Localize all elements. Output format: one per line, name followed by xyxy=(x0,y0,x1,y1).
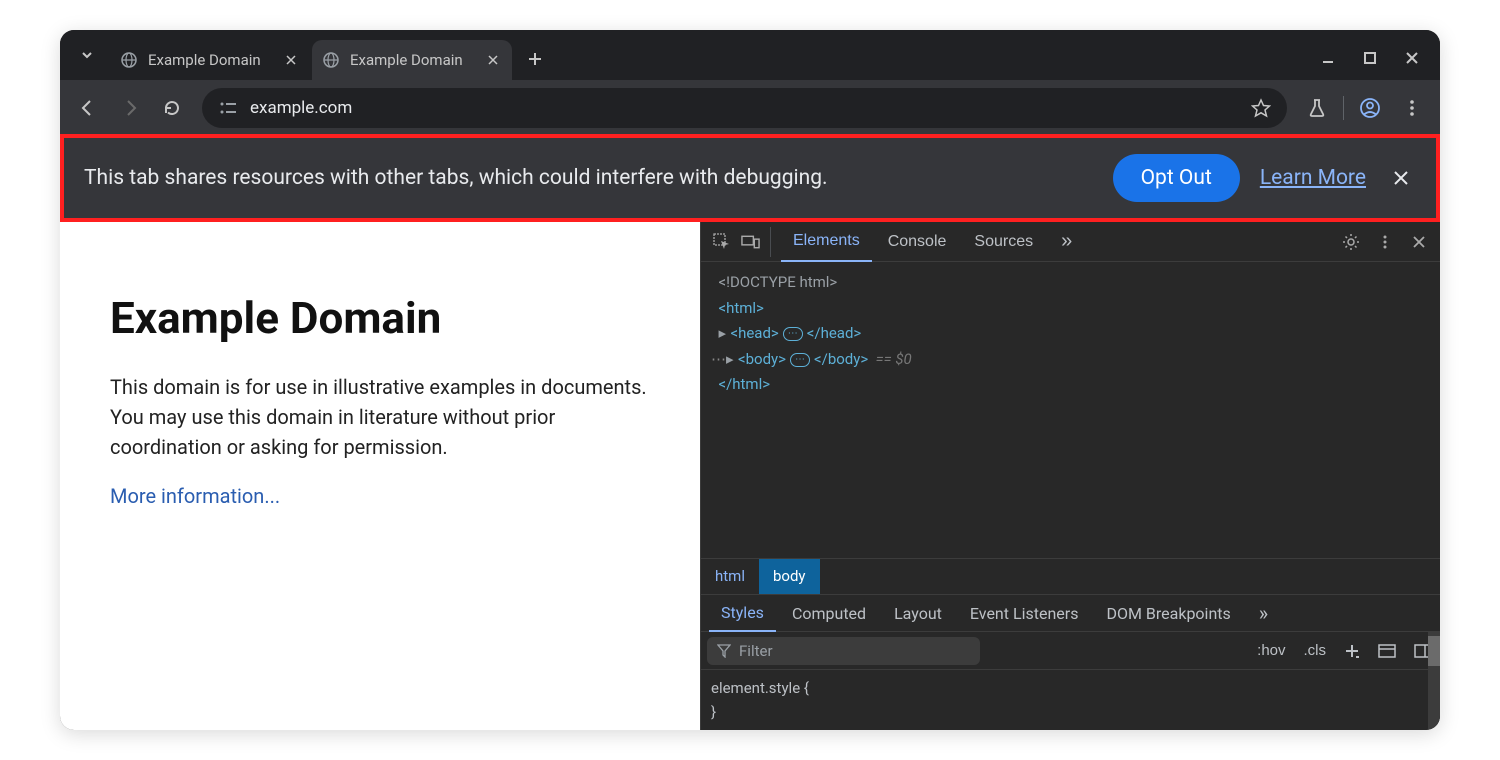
styles-tabstrip: Styles Computed Layout Event Listeners D… xyxy=(701,594,1440,632)
devtools-toolbar: Elements Console Sources » xyxy=(701,222,1440,262)
globe-icon xyxy=(322,51,340,69)
forward-button[interactable] xyxy=(112,90,148,126)
device-toggle-icon[interactable] xyxy=(741,227,771,257)
styles-tab-layout[interactable]: Layout xyxy=(882,596,954,631)
css-rules[interactable]: element.style { } xyxy=(701,670,1440,730)
inspect-icon[interactable] xyxy=(707,227,737,257)
page-paragraph: This domain is for use in illustrative e… xyxy=(110,372,650,462)
cls-toggle[interactable]: .cls xyxy=(1300,642,1331,659)
highlighted-infobar-region: This tab shares resources with other tab… xyxy=(60,134,1440,222)
filter-placeholder: Filter xyxy=(739,642,773,660)
dom-doctype[interactable]: <!DOCTYPE html> xyxy=(711,270,1430,296)
infobar-message: This tab shares resources with other tab… xyxy=(84,166,1093,190)
labs-icon[interactable] xyxy=(1299,90,1335,126)
opt-out-button[interactable]: Opt Out xyxy=(1113,154,1240,202)
dom-head[interactable]: ▸<head>⋯</head> xyxy=(711,321,1430,347)
globe-icon xyxy=(120,51,138,69)
breadcrumb: html body xyxy=(701,558,1440,594)
maximize-button[interactable] xyxy=(1358,46,1382,70)
hov-toggle[interactable]: :hov xyxy=(1253,642,1289,659)
scrollbar-thumb[interactable] xyxy=(1428,636,1440,666)
filter-icon xyxy=(717,644,731,658)
settings-gear-icon[interactable] xyxy=(1336,227,1366,257)
crumb-body[interactable]: body xyxy=(759,559,820,594)
styles-tab-computed[interactable]: Computed xyxy=(780,596,878,631)
new-tab-button[interactable] xyxy=(520,44,550,74)
dom-tree[interactable]: <!DOCTYPE html> <html> ▸<head>⋯</head> ⋯… xyxy=(701,262,1440,558)
search-tabs-button[interactable] xyxy=(72,40,102,70)
menu-button[interactable] xyxy=(1394,90,1430,126)
divider xyxy=(1343,96,1344,120)
window-controls xyxy=(1316,46,1424,70)
devtools-tabs-overflow[interactable]: » xyxy=(1049,222,1084,263)
scrollbar[interactable] xyxy=(1428,632,1440,730)
styles-tab-event-listeners[interactable]: Event Listeners xyxy=(958,596,1091,631)
css-line: } xyxy=(711,700,1430,724)
back-button[interactable] xyxy=(70,90,106,126)
devtools-tab-console[interactable]: Console xyxy=(876,223,959,261)
tab-close-button[interactable] xyxy=(282,51,300,69)
devtools-tab-sources[interactable]: Sources xyxy=(962,223,1045,261)
browser-window: Example Domain Example Domain xyxy=(60,30,1440,730)
devtools-close-icon[interactable] xyxy=(1404,227,1434,257)
debugging-infobar: This tab shares resources with other tab… xyxy=(64,138,1436,218)
learn-more-link[interactable]: Learn More xyxy=(1260,166,1366,190)
dom-html-close[interactable]: </html> xyxy=(711,372,1430,398)
dom-html-open[interactable]: <html> xyxy=(711,296,1430,322)
more-information-link[interactable]: More information... xyxy=(110,484,280,508)
omnibox-url: example.com xyxy=(250,98,1239,118)
tab-active[interactable]: Example Domain xyxy=(312,40,512,80)
tab-title: Example Domain xyxy=(350,51,474,69)
reload-button[interactable] xyxy=(154,90,190,126)
tab-inactive[interactable]: Example Domain xyxy=(110,40,310,80)
content-area: Example Domain This domain is for use in… xyxy=(60,222,1440,730)
page-heading: Example Domain xyxy=(110,292,650,344)
styles-filter-input[interactable]: Filter xyxy=(707,637,980,665)
styles-panel: Filter :hov .cls element.style { } xyxy=(701,632,1440,730)
dom-body-selected[interactable]: ⋯▸<body>⋯</body> == $0 xyxy=(711,347,1430,373)
page-content: Example Domain This domain is for use in… xyxy=(60,222,700,730)
devtools-tab-elements[interactable]: Elements xyxy=(781,222,872,262)
infobar-close-button[interactable] xyxy=(1386,170,1416,186)
styles-tabs-overflow[interactable]: » xyxy=(1247,593,1280,633)
computed-styles-icon[interactable] xyxy=(1374,644,1400,658)
site-info-icon[interactable] xyxy=(218,101,238,115)
tab-title: Example Domain xyxy=(148,51,272,69)
devtools-panel: Elements Console Sources » <!DOCTYPE htm… xyxy=(700,222,1440,730)
omnibox[interactable]: example.com xyxy=(202,88,1287,128)
tab-close-button[interactable] xyxy=(484,51,502,69)
css-line: element.style { xyxy=(711,676,1430,700)
bookmark-star-icon[interactable] xyxy=(1251,98,1271,118)
devtools-menu-icon[interactable] xyxy=(1370,227,1400,257)
styles-filter-row: Filter :hov .cls xyxy=(701,632,1440,670)
crumb-html[interactable]: html xyxy=(701,559,759,594)
profile-button[interactable] xyxy=(1352,90,1388,126)
minimize-button[interactable] xyxy=(1316,46,1340,70)
styles-tab-dom-breakpoints[interactable]: DOM Breakpoints xyxy=(1094,596,1242,631)
tabstrip: Example Domain Example Domain xyxy=(60,30,1440,80)
close-window-button[interactable] xyxy=(1400,46,1424,70)
new-style-rule-icon[interactable] xyxy=(1340,643,1364,659)
styles-tab-styles[interactable]: Styles xyxy=(709,595,776,632)
toolbar: example.com xyxy=(60,80,1440,136)
